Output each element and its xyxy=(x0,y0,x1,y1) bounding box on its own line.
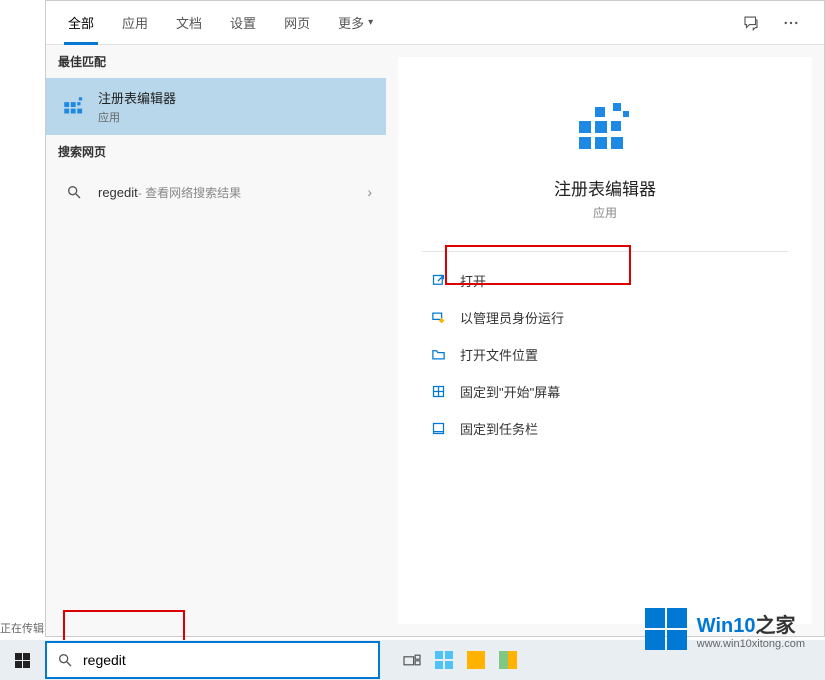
search-input[interactable] xyxy=(83,652,368,668)
chevron-right-icon: › xyxy=(367,184,372,200)
start-button[interactable] xyxy=(0,640,45,680)
watermark-brand: Win10 xyxy=(697,615,756,637)
tabs-bar: 全部 应用 文档 设置 网页 更多 ▾ xyxy=(46,1,824,45)
action-open[interactable]: 打开 xyxy=(422,262,788,299)
regedit-icon xyxy=(60,93,88,121)
details-panel: 注册表编辑器 应用 打开 以管理员身份运行 打开文件位置 固定到" xyxy=(398,57,812,624)
tab-settings[interactable]: 设置 xyxy=(216,1,270,45)
windows-icon xyxy=(15,653,30,668)
watermark: Win10之家 www.win10xitong.com xyxy=(645,608,805,650)
folder-icon xyxy=(428,347,448,362)
search-icon xyxy=(57,652,73,668)
ellipsis-icon[interactable] xyxy=(776,8,806,38)
action-label: 以管理员身份运行 xyxy=(460,308,564,327)
details-title: 注册表编辑器 xyxy=(554,175,656,200)
search-panel: 全部 应用 文档 设置 网页 更多 ▾ 最佳匹配 注册表编辑器 应用 xyxy=(45,0,825,637)
action-label: 固定到任务栏 xyxy=(460,419,538,438)
results-list: 最佳匹配 注册表编辑器 应用 搜索网页 regedit - 查看网络搜索结果 xyxy=(46,45,386,636)
search-icon xyxy=(60,178,88,206)
pin-taskbar-icon xyxy=(428,421,448,436)
status-text: 正在传辑 xyxy=(0,620,44,636)
watermark-suffix: 之家 xyxy=(756,615,796,637)
result-sub: 应用 xyxy=(98,109,372,125)
tab-apps[interactable]: 应用 xyxy=(108,1,162,45)
tab-label: 全部 xyxy=(68,13,94,32)
divider xyxy=(422,251,788,252)
action-label: 打开 xyxy=(460,271,486,290)
chevron-down-icon: ▾ xyxy=(368,17,373,28)
tab-more[interactable]: 更多 ▾ xyxy=(324,1,387,45)
details-sub: 应用 xyxy=(593,204,617,221)
tab-label: 文档 xyxy=(176,13,202,32)
app-icon[interactable] xyxy=(432,648,456,672)
action-pin-taskbar[interactable]: 固定到任务栏 xyxy=(422,410,788,447)
windows-logo-icon xyxy=(645,608,687,650)
taskbar-search[interactable] xyxy=(45,641,380,679)
tab-all[interactable]: 全部 xyxy=(54,1,108,45)
taskview-icon[interactable] xyxy=(400,648,424,672)
pin-start-icon xyxy=(428,384,448,399)
tab-label: 设置 xyxy=(230,13,256,32)
feedback-icon[interactable] xyxy=(736,8,766,38)
app-icon[interactable] xyxy=(496,648,520,672)
web-search-header: 搜索网页 xyxy=(46,135,386,168)
watermark-url: www.win10xitong.com xyxy=(697,638,805,650)
tab-label: 应用 xyxy=(122,13,148,32)
tab-web[interactable]: 网页 xyxy=(270,1,324,45)
action-label: 固定到"开始"屏幕 xyxy=(460,382,560,401)
action-pin-start[interactable]: 固定到"开始"屏幕 xyxy=(422,373,788,410)
result-regedit[interactable]: 注册表编辑器 应用 xyxy=(46,78,386,135)
app-icon[interactable] xyxy=(464,648,488,672)
action-label: 打开文件位置 xyxy=(460,345,538,364)
actions-list: 打开 以管理员身份运行 打开文件位置 固定到"开始"屏幕 固定到任务栏 xyxy=(422,262,788,447)
result-web-search[interactable]: regedit - 查看网络搜索结果 › xyxy=(46,168,386,216)
admin-icon xyxy=(428,310,448,325)
open-icon xyxy=(428,273,448,288)
web-query: regedit xyxy=(98,185,138,200)
result-title: 注册表编辑器 xyxy=(98,88,372,107)
regedit-large-icon xyxy=(573,97,637,161)
tab-docs[interactable]: 文档 xyxy=(162,1,216,45)
action-open-location[interactable]: 打开文件位置 xyxy=(422,336,788,373)
best-match-header: 最佳匹配 xyxy=(46,45,386,78)
tab-label: 更多 xyxy=(338,13,364,32)
taskbar-apps xyxy=(400,648,520,672)
action-run-admin[interactable]: 以管理员身份运行 xyxy=(422,299,788,336)
tab-label: 网页 xyxy=(284,13,310,32)
web-suffix: - 查看网络搜索结果 xyxy=(138,184,241,201)
